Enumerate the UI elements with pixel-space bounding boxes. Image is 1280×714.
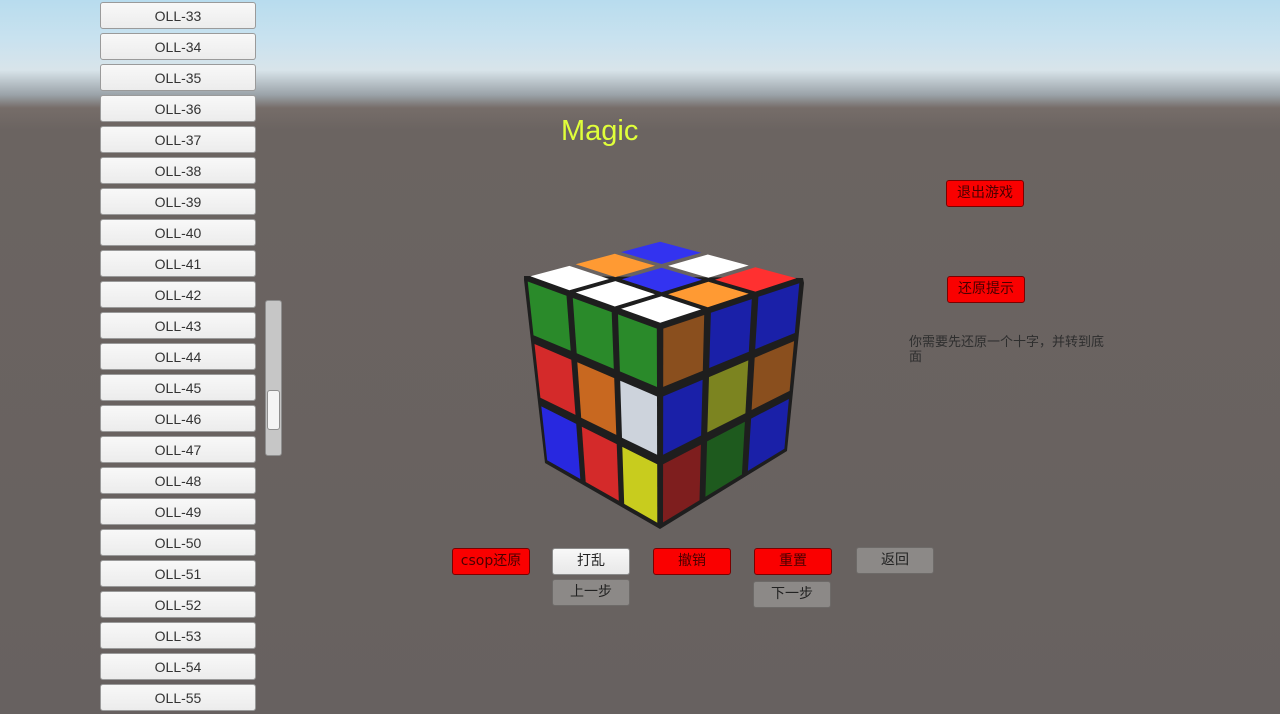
prev-step-button[interactable]: 上一步 (552, 579, 630, 606)
hint-text: 你需要先还原一个十字，并转到底面 (909, 335, 1105, 365)
game-scene: OLL-33 OLL-34 OLL-35 OLL-36 OLL-37 OLL-38 OLL-… (0, 0, 1280, 714)
reset-button[interactable]: 重置 (754, 548, 832, 575)
exit-game-button[interactable]: 退出游戏 (946, 180, 1024, 207)
scramble-button[interactable]: 打乱 (552, 548, 630, 575)
back-button[interactable]: 返回 (856, 547, 934, 574)
csop-solve-button[interactable]: csop还原 (452, 548, 530, 575)
next-step-button[interactable]: 下一步 (753, 581, 831, 608)
undo-button[interactable]: 撤销 (653, 548, 731, 575)
solve-hint-button[interactable]: 还原提示 (947, 276, 1025, 303)
